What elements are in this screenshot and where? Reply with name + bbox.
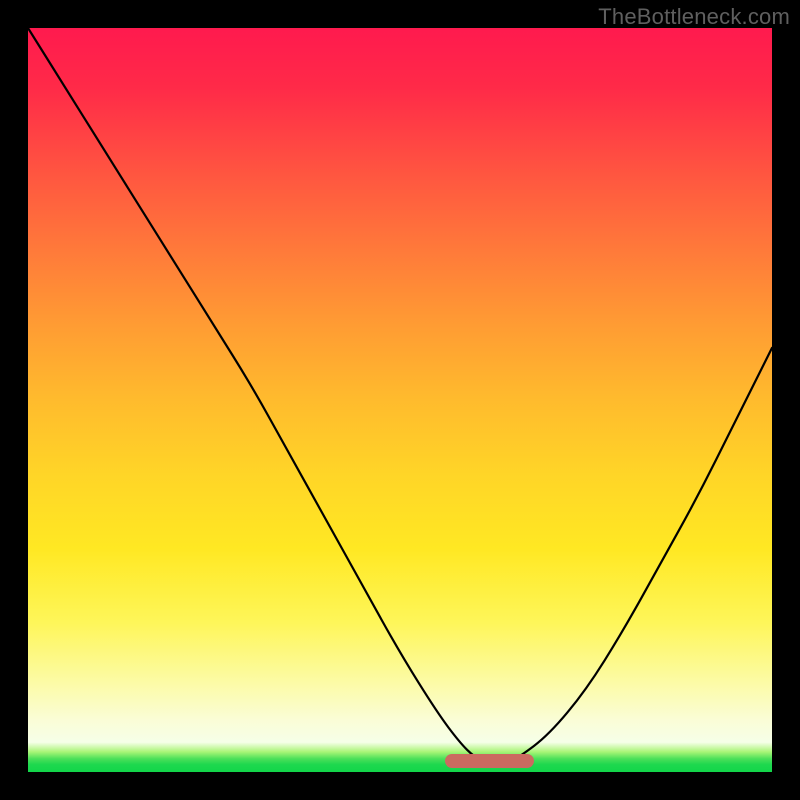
chart-frame: TheBottleneck.com (0, 0, 800, 800)
bottleneck-curve (28, 28, 772, 772)
plot-area (28, 28, 772, 772)
watermark-text: TheBottleneck.com (598, 4, 790, 30)
trough-marker-icon (445, 754, 534, 768)
